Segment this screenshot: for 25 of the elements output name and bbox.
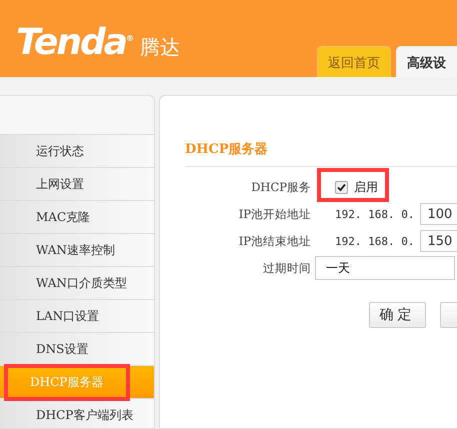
nav-tab[interactable]: 返回首页 xyxy=(317,46,391,77)
sidebar-item[interactable]: DHCP客户端列表 xyxy=(0,398,154,428)
checkbox-label: 启用 xyxy=(354,178,378,196)
field-label: IP池开始地址 xyxy=(238,206,312,222)
sidebar-item[interactable]: WAN速率控制 xyxy=(0,233,154,266)
dropdown[interactable]: 一天 xyxy=(315,256,455,280)
ip-prefix: 192. 168. 0. xyxy=(335,234,414,248)
input-field[interactable]: 150 xyxy=(420,230,457,252)
sidebar-item[interactable]: MAC克隆 xyxy=(0,200,154,233)
sidebar-item[interactable]: DNS设置 xyxy=(0,332,154,365)
field-label: IP池结束地址 xyxy=(238,234,312,248)
input-field[interactable]: 100 xyxy=(420,203,457,225)
logo-text: 腾达 xyxy=(140,34,180,61)
section-title: DHCP服务器 xyxy=(185,140,457,167)
checkbox[interactable] xyxy=(335,180,348,194)
ip-prefix: 192. 168. 0. xyxy=(335,208,414,220)
logo: Tenda$^{®}$ xyxy=(16,22,134,63)
sidebar-item[interactable]: 运行状态 xyxy=(0,134,154,167)
sidebar-item[interactable]: WAN口介质类型 xyxy=(0,266,154,299)
field-label: DHCP服务 xyxy=(250,180,312,194)
nav-tab[interactable]: 高级设 xyxy=(396,46,457,77)
field-label: 过期时间 xyxy=(262,260,312,276)
sidebar-item[interactable]: 上网设置 xyxy=(0,167,154,200)
confirm-button[interactable]: 确定 xyxy=(369,302,426,328)
sidebar-item[interactable]: LAN口设置 xyxy=(0,299,154,332)
